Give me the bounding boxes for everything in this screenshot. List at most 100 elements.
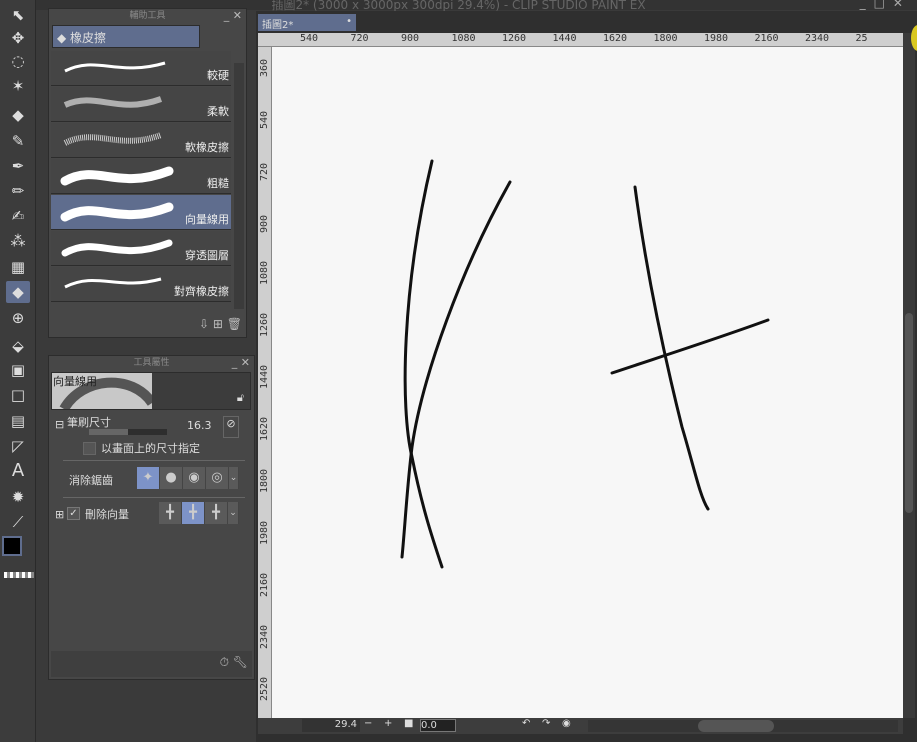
collapse-icon[interactable]: ⊟ xyxy=(55,418,64,431)
zoom-value[interactable]: 29.4 xyxy=(302,719,360,732)
ruler-tick-label: 1800 xyxy=(653,33,678,44)
subtool-item[interactable]: 軟橡皮擦 xyxy=(51,123,231,158)
rotate-right-icon[interactable]: ↷ xyxy=(542,718,550,729)
ruler-tick-label: 1440 xyxy=(259,364,270,389)
ruler-tick-label: 2160 xyxy=(754,33,779,44)
frame-icon[interactable]: ▤ xyxy=(6,410,30,432)
vertical-scrollbar[interactable] xyxy=(903,33,915,718)
brush-size-slider[interactable] xyxy=(89,429,167,435)
subtool-item-selected[interactable]: 向量線用 xyxy=(51,195,231,230)
blend-icon[interactable]: ⊕ xyxy=(6,307,30,329)
eraser-tool-icon[interactable]: ◆ xyxy=(6,281,30,303)
pressure-button[interactable]: ⊘ xyxy=(223,416,239,438)
document-tab[interactable]: 插圖2* • xyxy=(258,14,356,31)
operation-tool-icon[interactable]: ⬉ xyxy=(6,4,30,26)
antialias-strong[interactable]: ◎ xyxy=(206,467,229,489)
ruler-tick-label: 1800 xyxy=(259,468,270,493)
fill-icon[interactable]: ⬙ xyxy=(6,335,30,357)
drawing-canvas[interactable] xyxy=(272,47,903,718)
rotate-left-icon[interactable]: ↶ xyxy=(522,718,530,729)
main-color-swatch[interactable] xyxy=(2,536,22,556)
zoom-in-button[interactable]: + xyxy=(384,718,392,729)
status-bar: 29.4 − + ■ 0.0 ↶ ↷ ◉ xyxy=(258,718,903,734)
erase-vector-checkbox[interactable]: ✓ xyxy=(67,507,80,520)
stroke xyxy=(610,318,770,375)
correction-icon[interactable]: ⟋ xyxy=(6,511,30,533)
brush-size-label: 筆刷尺寸 xyxy=(67,416,111,429)
ruler-tick-label: 720 xyxy=(259,162,270,181)
property-footer[interactable]: ⏱ 🔧︎ xyxy=(51,651,252,677)
brush-preview: 向量線用 🔓︎ xyxy=(51,372,251,412)
antialias-selector[interactable]: ✦ ● ◉ ◎ ⌄ xyxy=(137,467,239,489)
rotation-value[interactable]: 0.0 xyxy=(420,719,456,732)
airbrush-icon[interactable]: ⁂ xyxy=(6,230,30,252)
move-tool-icon[interactable]: ✥ xyxy=(6,27,30,49)
antialias-weak[interactable]: ● xyxy=(160,467,183,489)
ruler-tick-label: 25 xyxy=(855,33,868,44)
ruler-tick-label: 1440 xyxy=(552,33,577,44)
erase-vector-intersection[interactable]: ╋ xyxy=(182,502,205,524)
transparent-color-swatch[interactable] xyxy=(4,572,34,578)
erase-vector-whole[interactable]: ╋ xyxy=(205,502,228,524)
vertical-ruler: 360 540 720 900 1080 1260 1440 1620 1800 1980 2160… xyxy=(258,47,272,718)
antialias-none[interactable]: ✦ xyxy=(137,467,160,489)
tool-property-panel: 工具屬性 _ ✕ 向量線用 🔓︎ ⊟ 筆刷尺寸 16.3 ⊘ 以畫面上的尺寸指定 … xyxy=(48,355,255,680)
subtool-item[interactable]: 穿透圖層 xyxy=(51,231,231,266)
ruler-tick-label: 2520 xyxy=(259,676,270,701)
text-icon[interactable]: A xyxy=(6,460,30,482)
horizontal-scrollbar[interactable] xyxy=(588,720,898,732)
subtool-list: 較硬 柔軟 軟橡皮擦 粗糙 向量線用 穿透圖層 對齊橡皮擦 xyxy=(49,51,234,306)
subtool-item[interactable]: 較硬 xyxy=(51,51,231,86)
subtool-item[interactable]: 對齊橡皮擦 xyxy=(51,267,231,302)
expand-icon[interactable]: ⊞ xyxy=(55,508,64,521)
brush-size-value[interactable]: 16.3 xyxy=(187,419,212,432)
stroke xyxy=(403,159,444,569)
zoom-out-button[interactable]: − xyxy=(364,718,372,729)
erase-vector-mode[interactable]: ╋ ╋ ╋ ⌄ xyxy=(159,502,239,524)
pencil-icon[interactable]: ✏ xyxy=(6,180,30,202)
screen-size-checkbox[interactable] xyxy=(83,442,96,455)
subtool-actions[interactable]: ⇩ ⊞ 🗑 xyxy=(199,317,242,331)
ruler-tick-label: 1080 xyxy=(259,260,270,285)
antialias-label: 消除鋸齒 xyxy=(69,474,113,487)
subtool-item[interactable]: 柔軟 xyxy=(51,87,231,122)
lock-icon[interactable]: 🔓︎ xyxy=(237,391,244,405)
window-controls[interactable]: _□✕ xyxy=(860,0,911,10)
chevron-down-icon[interactable]: ⌄ xyxy=(228,502,239,524)
subtool-panel: 輔助工具 _ ✕ ◆ 橡皮擦 較硬 柔軟 軟橡皮擦 粗糙 向量線用 穿透圖層 對齊… xyxy=(48,8,247,338)
fit-button[interactable]: ■ xyxy=(404,718,413,729)
close-icon[interactable]: _ ✕ xyxy=(232,356,250,370)
stroke xyxy=(633,185,710,511)
close-icon[interactable]: _ ✕ xyxy=(224,9,242,23)
ruler-tick-label: 360 xyxy=(259,58,270,77)
ruler-tick-label: 2160 xyxy=(259,572,270,597)
ruler-icon[interactable]: ◸ xyxy=(6,435,30,457)
auto-select-icon[interactable]: ✶ xyxy=(6,75,30,97)
reset-rotation-icon[interactable]: ◉ xyxy=(562,718,571,729)
figure-icon[interactable]: □ xyxy=(6,384,30,406)
antialias-medium[interactable]: ◉ xyxy=(183,467,206,489)
subtool-item[interactable]: 粗糙 xyxy=(51,159,231,194)
ruler-tick-label: 540 xyxy=(300,33,319,44)
erase-vector-label: 刪除向量 xyxy=(85,508,129,521)
gradient-icon[interactable]: ▣ xyxy=(6,359,30,381)
ruler-tick-label: 1980 xyxy=(704,33,729,44)
erase-vector-touched[interactable]: ╋ xyxy=(159,502,182,524)
panel-title: 輔助工具 xyxy=(129,11,166,21)
ruler-tick-label: 1620 xyxy=(259,416,270,441)
subtool-group-eraser[interactable]: ◆ 橡皮擦 xyxy=(52,25,200,48)
ruler-tick-label: 2340 xyxy=(259,624,270,649)
chevron-down-icon[interactable]: ⌄ xyxy=(229,467,239,489)
eyedropper-icon[interactable]: ✎ xyxy=(6,130,30,152)
eraser-icon: ◆ xyxy=(57,31,71,45)
decoration-icon[interactable]: ▦ xyxy=(6,256,30,278)
subtool-scrollbar[interactable] xyxy=(234,63,244,309)
brush-icon[interactable]: ✍ xyxy=(6,205,30,227)
eraser-mini-icon[interactable]: ◆ xyxy=(6,104,30,126)
ruler-tick-label: 900 xyxy=(401,33,420,44)
balloon-icon[interactable]: ✹ xyxy=(6,486,30,508)
tool-bar: ⬉ ✥ ◌ ✶ ◆ ✎ ✒ ✏ ✍ ⁂ ▦ ◆ ⊕ ⬙ ▣ □ ▤ ◸ A ✹ … xyxy=(0,0,36,742)
lasso-tool-icon[interactable]: ◌ xyxy=(6,50,30,72)
pen-icon[interactable]: ✒ xyxy=(6,155,30,177)
drawn-strokes xyxy=(400,159,770,569)
